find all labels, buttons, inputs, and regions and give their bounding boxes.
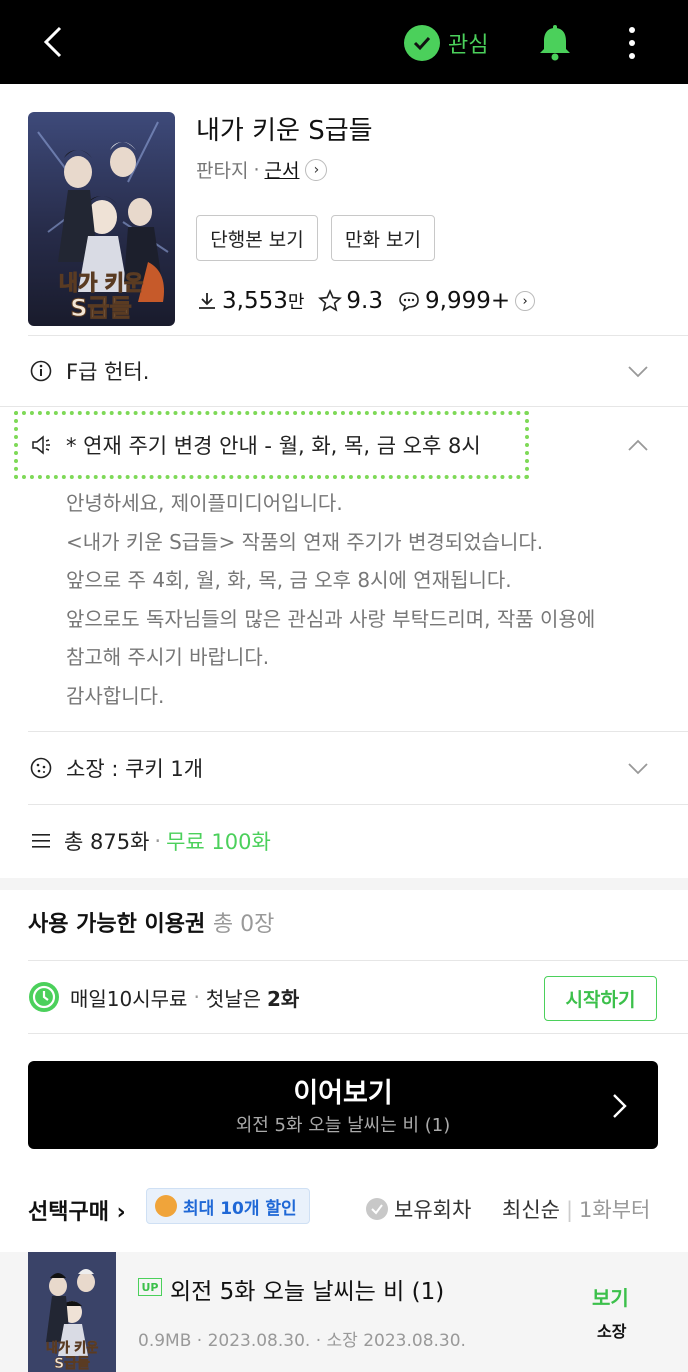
separator: · bbox=[193, 985, 200, 1009]
chevron-right-icon[interactable]: › bbox=[305, 158, 328, 181]
more-icon[interactable] bbox=[620, 24, 644, 62]
owned-row[interactable]: 소장 : 쿠키 1개 bbox=[0, 732, 688, 804]
bell-icon[interactable] bbox=[536, 24, 574, 62]
sort-latest[interactable]: 최신순 bbox=[502, 1198, 560, 1222]
list-icon bbox=[32, 834, 50, 848]
episode-meta: 0.9MB · 2023.08.30. · 소장 2023.08.30. bbox=[138, 1331, 466, 1351]
synopsis-text: F급 헌터. bbox=[66, 360, 150, 384]
pass-title: 사용 가능한 이용권 bbox=[28, 912, 206, 937]
back-icon[interactable] bbox=[34, 22, 74, 62]
episode-view-button[interactable]: 보기 bbox=[592, 1282, 629, 1311]
rating-stat: 9.3 bbox=[318, 288, 383, 314]
info-icon bbox=[30, 360, 52, 382]
notice-line: 참고해 주시기 바랍니다. bbox=[66, 645, 270, 670]
comments-count: 9,999+ bbox=[425, 288, 511, 314]
owned-filter-label: 보유회차 bbox=[394, 1198, 472, 1222]
cover-image[interactable]: 내가 키운 S급들 bbox=[28, 112, 175, 326]
notice-line: 앞으로도 독자님들의 많은 관심과 사랑 부탁드리며, 작품 이용에 bbox=[66, 606, 596, 631]
rating-value: 9.3 bbox=[346, 288, 383, 314]
chevron-down-icon[interactable] bbox=[626, 359, 650, 383]
divider bbox=[0, 406, 688, 407]
cookie-icon bbox=[155, 1195, 177, 1217]
genre-label: 판타지 bbox=[196, 160, 249, 182]
chevron-up-icon[interactable] bbox=[626, 433, 650, 457]
discount-label: 최대 10개 할인 bbox=[183, 1198, 297, 1219]
cookie-icon bbox=[30, 757, 52, 779]
timer-icon bbox=[29, 982, 59, 1012]
episode-row[interactable]: 내가 키운 S급들 UP 외전 5화 오늘 날씨는 비 (1) 0.9MB · … bbox=[0, 1252, 688, 1372]
owned-text: 소장 : 쿠키 1개 bbox=[66, 757, 204, 781]
stats-line: 3,553 만 9.3 9,999+ › bbox=[196, 288, 549, 314]
section-divider bbox=[0, 878, 688, 890]
divider bbox=[28, 1033, 688, 1034]
author-link[interactable]: 근서 bbox=[265, 156, 300, 183]
synopsis-row[interactable]: F급 헌터. bbox=[0, 336, 688, 406]
interest-button[interactable]: 관심 bbox=[404, 24, 488, 62]
notice-body: 안녕하세요, 제이플미디어입니다. <내가 키운 S급들> 작품의 연재 주기가… bbox=[66, 484, 676, 716]
chevron-right-icon: › bbox=[515, 291, 536, 311]
cover-title-art-2: S급들 bbox=[70, 294, 131, 322]
comments-stat[interactable]: 9,999+ › bbox=[397, 288, 536, 314]
separator: · bbox=[154, 829, 162, 853]
episode-title: 외전 5화 오늘 날씨는 비 (1) bbox=[170, 1279, 445, 1305]
continue-episode: 외전 5화 오늘 날씨는 비 (1) bbox=[235, 1115, 451, 1136]
thumb-title-art-2: S급들 bbox=[54, 1356, 90, 1372]
top-bar: 관심 bbox=[0, 0, 688, 84]
chevron-right-icon bbox=[613, 1094, 627, 1118]
comment-icon bbox=[399, 292, 419, 312]
first-day-label: 첫날은 bbox=[205, 986, 262, 1011]
pass-section-title: 사용 가능한 이용권 총 0장 bbox=[28, 906, 274, 938]
cover-title-art: 내가 키운 bbox=[59, 271, 144, 295]
downloads-stat: 3,553 만 bbox=[196, 288, 304, 314]
start-button[interactable]: 시작하기 bbox=[544, 976, 657, 1021]
chevron-down-icon[interactable] bbox=[626, 756, 650, 780]
downloads-count: 3,553 bbox=[222, 288, 288, 314]
highlight-box bbox=[14, 411, 529, 479]
separator: · bbox=[253, 158, 260, 181]
check-icon bbox=[404, 25, 440, 61]
total-row: 총 875화 · 무료 100화 bbox=[0, 805, 688, 877]
sort-options: 최신순 | 1화부터 bbox=[502, 1194, 650, 1224]
notice-line: 감사합니다. bbox=[66, 683, 165, 708]
notice-line: 안녕하세요, 제이플미디어입니다. bbox=[66, 491, 343, 515]
check-circle-icon bbox=[366, 1198, 388, 1220]
downloads-unit: 만 bbox=[287, 292, 305, 313]
interest-label: 관심 bbox=[448, 33, 489, 58]
select-purchase-row: 선택구매 › 최대 10개 할인 보유회차 최신순 | 1화부터 bbox=[0, 1186, 688, 1230]
star-icon bbox=[318, 289, 343, 312]
volume-view-button[interactable]: 단행본 보기 bbox=[196, 215, 318, 261]
episode-owned-label: 소장 bbox=[597, 1322, 627, 1341]
sort-first[interactable]: 1화부터 bbox=[579, 1198, 650, 1222]
continue-label: 이어보기 bbox=[293, 1078, 393, 1109]
chevron-right-icon: › bbox=[116, 1200, 126, 1225]
free-episodes: 무료 100화 bbox=[166, 830, 271, 854]
comic-view-button[interactable]: 만화 보기 bbox=[331, 215, 435, 261]
notice-line: 앞으로 주 4회, 월, 화, 목, 금 오후 8시에 연재됩니다. bbox=[66, 568, 512, 593]
discount-badge[interactable]: 최대 10개 할인 bbox=[146, 1188, 310, 1224]
download-icon bbox=[199, 293, 215, 309]
notice-line: <내가 키운 S급들> 작품의 연재 주기가 변경되었습니다. bbox=[66, 529, 544, 554]
total-episodes: 총 875화 bbox=[64, 830, 150, 854]
work-title: 내가 키운 S급들 bbox=[196, 116, 373, 146]
up-badge: UP bbox=[138, 1278, 162, 1296]
select-purchase-button[interactable]: 선택구매 › bbox=[28, 1194, 126, 1226]
owned-filter[interactable]: 보유회차 bbox=[366, 1194, 471, 1224]
genre-line: 판타지 · 근서 › bbox=[196, 156, 328, 183]
select-purchase-label: 선택구매 bbox=[28, 1200, 109, 1225]
first-day-value: 2화 bbox=[267, 986, 300, 1011]
thumb-title-art: 내가 키운 bbox=[46, 1340, 98, 1356]
continue-button[interactable]: 이어보기 외전 5화 오늘 날씨는 비 (1) bbox=[28, 1061, 658, 1149]
pass-count: 총 0장 bbox=[212, 912, 275, 937]
sort-divider: | bbox=[565, 1198, 574, 1222]
episode-thumbnail: 내가 키운 S급들 bbox=[28, 1252, 116, 1372]
daily-free-label: 매일10시무료 bbox=[70, 986, 188, 1011]
